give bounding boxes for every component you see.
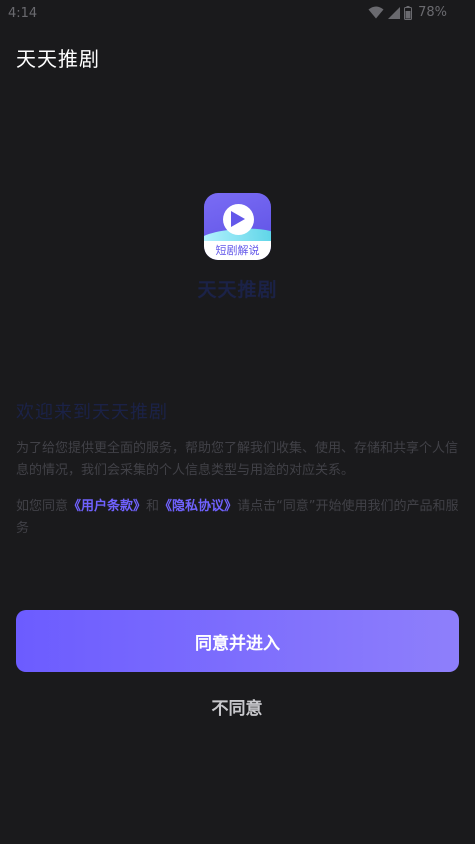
app-logo: 短剧解说 [204, 193, 271, 260]
play-icon [223, 204, 254, 235]
battery-percentage: 78% [418, 5, 447, 20]
privacy-intro-text: 为了给您提供更全面的服务，帮助您了解我们收集、使用、存储和共享个人信息的情况，我… [16, 441, 459, 478]
privacy-policy-link[interactable]: 《隐私协议》 [159, 499, 237, 514]
user-terms-link[interactable]: 《用户条款》 [68, 499, 146, 514]
logo-label: 短剧解说 [204, 241, 271, 260]
status-bar: 4:14 78% [0, 0, 475, 26]
consent-prefix: 如您同意 [16, 499, 69, 514]
status-icons: 78% [368, 5, 447, 20]
disagree-button[interactable]: 不同意 [137, 688, 337, 724]
battery-icon [404, 5, 413, 20]
consent-text: 如您同意《用户条款》和《隐私协议》请点击“同意”开始使用我们的产品和服务 [16, 496, 462, 540]
consent-conjunction: 和 [146, 499, 160, 514]
wifi-icon [368, 6, 384, 19]
status-time: 4:14 [8, 6, 38, 21]
welcome-title: 欢迎来到天天推剧 [16, 402, 168, 423]
app-name: 天天推剧 [197, 279, 278, 301]
agree-button[interactable]: 同意并进入 [16, 610, 459, 672]
cellular-signal-icon [388, 6, 401, 19]
page-title: 天天推剧 [16, 47, 100, 71]
